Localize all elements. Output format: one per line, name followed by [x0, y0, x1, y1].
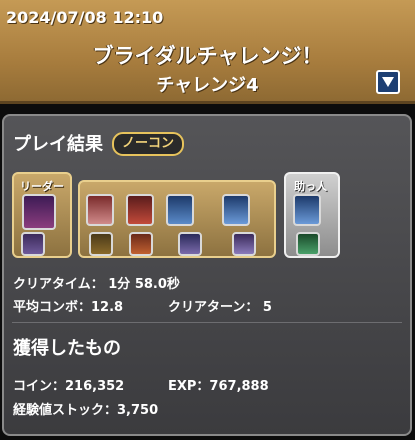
- no-continue-badge: ノーコン: [112, 132, 185, 156]
- sub-assist-3-icon[interactable]: [178, 232, 202, 256]
- rewards-title: 獲得したもの: [13, 338, 121, 359]
- helper-assist-icon[interactable]: [296, 232, 320, 256]
- clear-time: クリアタイム： 1分 58.0秒: [13, 277, 180, 292]
- average-combo: 平均コンボ：12.8: [13, 300, 124, 315]
- play-result-title: プレイ結果: [13, 134, 103, 155]
- leader-assist-icon[interactable]: [21, 232, 45, 256]
- helper-label: 助っ人: [294, 180, 327, 193]
- event-header: 2024/07/08 12:10 ブライダルチャレンジ！ チャレンジ4: [0, 0, 415, 104]
- triangle-down-icon: [382, 77, 394, 87]
- sub-monster-3-icon[interactable]: [166, 194, 194, 226]
- section-divider: [12, 322, 402, 323]
- stage-name: チャレンジ4: [156, 75, 259, 96]
- result-panel: プレイ結果 ノーコン リーダー 助っ人 クリアタイム： 1分 58.0秒 平均コ…: [2, 114, 412, 436]
- exp-reward: EXP：767,888: [168, 379, 269, 394]
- helper-monster-icon[interactable]: [293, 194, 321, 226]
- sub-assist-4-icon[interactable]: [232, 232, 256, 256]
- exp-stock: 経験値ストック：3,750: [13, 403, 159, 418]
- sub-monster-1-icon[interactable]: [86, 194, 114, 226]
- clear-turns: クリアターン： 5: [168, 300, 272, 315]
- dropdown-button[interactable]: [376, 70, 400, 94]
- coin-reward: コイン：216,352: [13, 379, 125, 394]
- sub-assist-1-icon[interactable]: [89, 232, 113, 256]
- leader-monster-icon[interactable]: [22, 194, 56, 230]
- sub-monster-2-icon[interactable]: [126, 194, 154, 226]
- leader-label: リーダー: [20, 180, 64, 193]
- event-title: ブライダルチャレンジ！: [92, 44, 323, 68]
- timestamp: 2024/07/08 12:10: [6, 8, 164, 27]
- sub-assist-2-icon[interactable]: [129, 232, 153, 256]
- sub-monster-4-icon[interactable]: [222, 194, 250, 226]
